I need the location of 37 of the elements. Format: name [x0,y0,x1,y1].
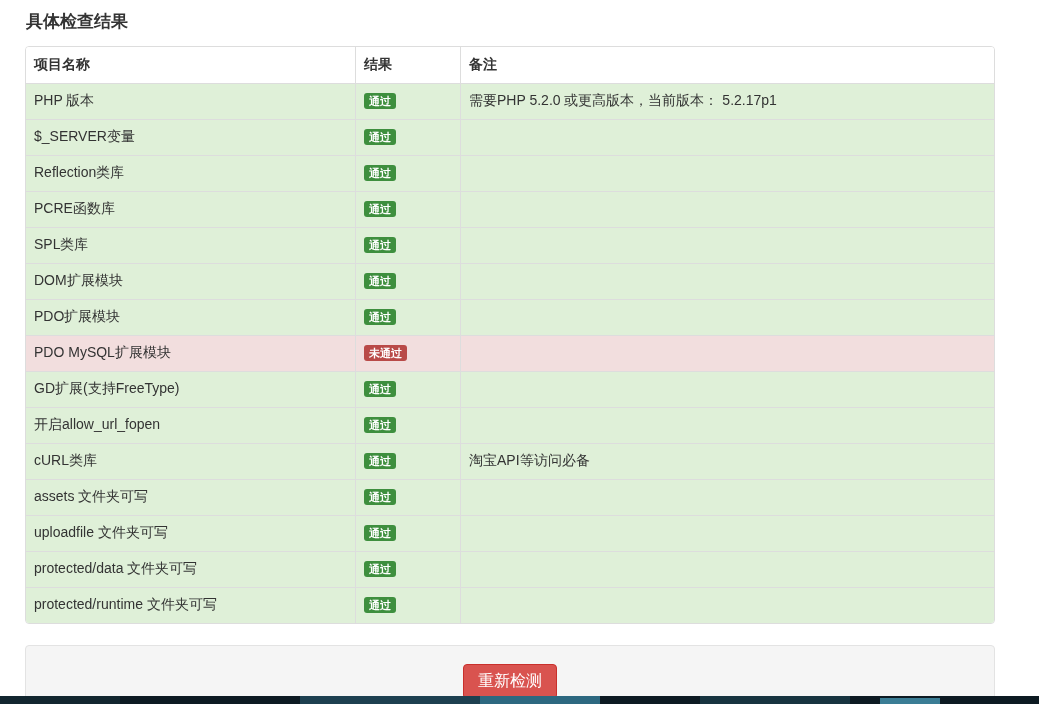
column-header: 项目名称 [26,47,356,83]
table-cell: protected/data 文件夹可写 [26,551,356,587]
pass-badge: 通过 [364,165,396,181]
table-cell: $_SERVER变量 [26,119,356,155]
table-cell: SPL类库 [26,227,356,263]
table-cell: uploadfile 文件夹可写 [26,515,356,551]
pass-badge: 通过 [364,201,396,217]
pass-badge: 通过 [364,489,396,505]
pass-badge: 通过 [364,597,396,614]
table-cell: protected/runtime 文件夹可写 [26,587,356,623]
table-cell: PDO扩展模块 [26,299,356,335]
pass-badge: 通过 [364,309,396,325]
column-header: 结果 [355,47,461,83]
pass-badge: 通过 [364,525,396,541]
table-cell: PHP 版本 [26,83,356,119]
pass-badge: 通过 [364,273,396,289]
table-cell: assets 文件夹可写 [26,479,356,515]
pass-badge: 通过 [364,381,396,397]
fail-badge: 未通过 [364,345,407,361]
table-cell: DOM扩展模块 [26,263,356,299]
pass-badge: 通过 [364,93,396,109]
table-cell: Reflection类库 [26,155,356,191]
pass-badge: 通过 [364,129,396,145]
recheck-button[interactable]: 重新检测 [463,664,557,697]
table-cell: 淘宝API等访问必备 [460,443,994,479]
table-cell: cURL类库 [26,443,356,479]
table-cell: GD扩展(支持FreeType) [26,371,356,407]
table-cell: 需要PHP 5.2.0 或更高版本，当前版本： 5.2.17p1 [460,83,994,119]
pass-badge: 通过 [364,237,396,253]
pass-badge: 通过 [364,453,396,469]
column-header: 备注 [460,47,994,83]
table-cell: PDO MySQL扩展模块 [26,335,356,371]
pass-badge: 通过 [364,417,396,433]
table-cell: PCRE函数库 [26,191,356,227]
pass-badge: 通过 [364,561,396,577]
table-cell: 开启allow_url_fopen [26,407,356,443]
section-heading: 具体检查结果 [26,11,129,33]
